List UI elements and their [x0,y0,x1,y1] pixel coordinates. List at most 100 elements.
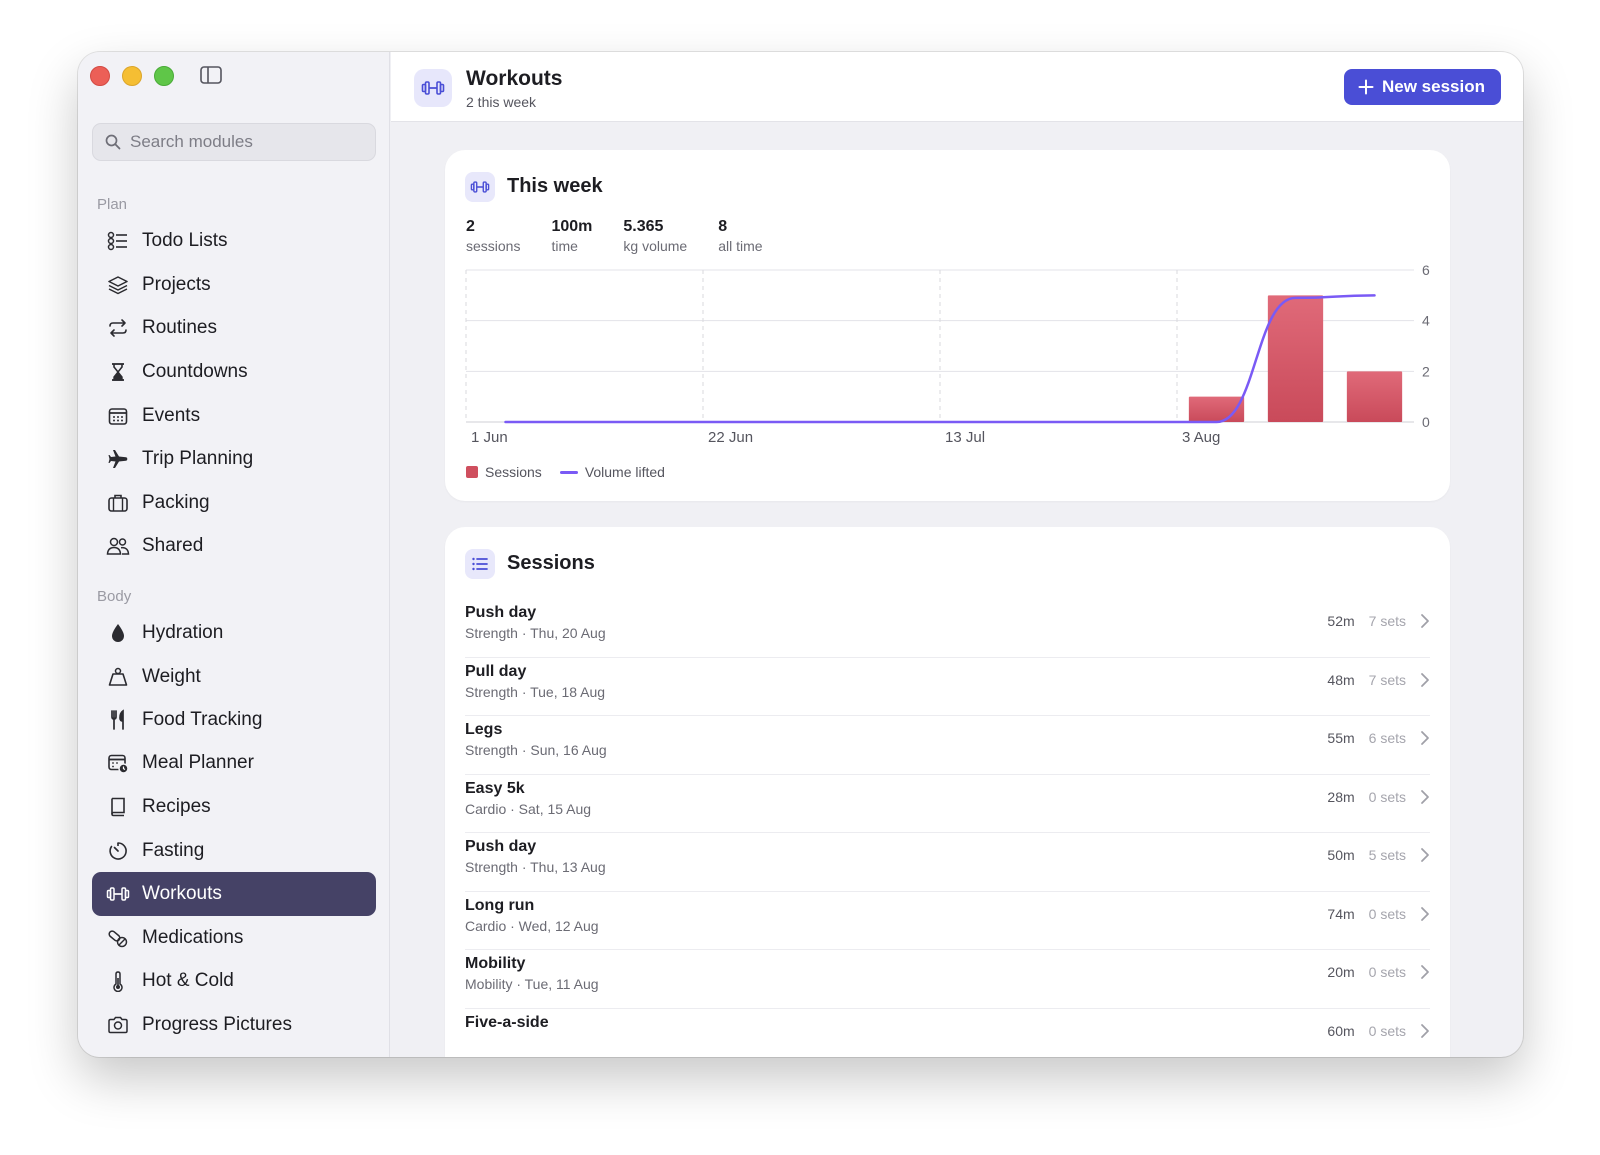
session-sets: 6 sets [1368,730,1406,746]
page-header: Workouts 2 this week New session [391,52,1523,122]
page-title: Workouts [466,67,563,90]
people-icon [106,534,130,558]
sidebar-item-weight[interactable]: Weight [92,655,376,699]
session-meta: Strength · Thu, 13 Aug [465,859,606,875]
sidebar-item-food-tracking[interactable]: Food Tracking [92,698,376,742]
session-summary: 20m 0 sets [1327,964,1430,980]
sessions-list: Push day Strength · Thu, 20 Aug 52m 7 se… [465,599,1430,1057]
sidebar-item-label: Workouts [142,883,222,904]
sidebar-item-hot-cold[interactable]: Hot & Cold [92,959,376,1003]
session-sets: 0 sets [1368,905,1406,922]
sidebar-item-projects[interactable]: Projects [92,263,376,307]
sidebar-item-trip-planning[interactable]: Trip Planning [92,437,376,481]
layers-icon [106,273,130,297]
session-title: Mobility [465,955,526,972]
sidebar-item-recipes[interactable]: Recipes [92,785,376,829]
session-row[interactable]: Long run Cardio · Wed, 12 Aug 74m 0 sets [465,892,1430,950]
session-meta: Strength · Tue, 18 Aug [465,683,606,700]
bar-sessions [1267,295,1324,422]
y-tick-label: 4 [1422,313,1430,329]
sidebar-item-todo-lists[interactable]: Todo Lists [92,219,376,263]
y-tick-label: 6 [1422,262,1430,278]
repeat-icon [106,316,130,340]
sidebar-item-label: Projects [142,274,211,295]
session-row[interactable]: Mobility Mobility · Tue, 11 Aug 20m 0 se… [465,950,1430,1009]
minimize-window-button[interactable] [122,66,142,86]
session-duration: 50m [1327,847,1355,863]
section-label-body: Body [97,588,132,605]
sidebar-item-countdowns[interactable]: Countdowns [92,350,376,394]
session-duration: 55m [1327,730,1355,746]
y-tick-label: 2 [1422,363,1430,379]
sidebar-item-label: Countdowns [142,361,248,382]
session-duration: 74m [1327,905,1355,922]
sidebar-item-medications[interactable]: Medications [92,916,376,960]
session-row[interactable]: Push day Strength · Thu, 20 Aug 52m 7 se… [465,599,1430,658]
sidebar-toggle-icon[interactable] [200,66,222,84]
legend-item-sessions: Sessions [466,464,542,480]
session-title: Push day [465,838,537,855]
plus-icon [1358,79,1374,95]
chevron-right-icon [1421,1023,1429,1038]
hourglass-icon [106,360,130,384]
this-week-card: This week 2 sessions 100m time 5.365 kg … [445,150,1450,501]
session-row[interactable]: Easy 5k Cardio · Sat, 15 Aug 28m 0 sets [465,775,1430,833]
zoom-window-button[interactable] [154,66,174,86]
sidebar-item-label: Food Tracking [142,709,263,730]
session-sets: 0 sets [1368,1022,1406,1039]
chart-legend: Sessions Volume lifted [466,464,665,480]
sidebar-item-fasting[interactable]: Fasting [92,829,376,873]
session-sets: 0 sets [1368,788,1406,805]
new-session-button[interactable]: New session [1344,69,1501,105]
drop-icon [106,621,130,645]
sidebar-item-routines[interactable]: Routines [92,306,376,350]
x-tick-label: 13 Jul [945,429,985,446]
session-meta: Cardio · Wed, 12 Aug [465,917,599,934]
session-row[interactable]: Five-a-side 60m 0 sets [465,1009,1430,1058]
search-icon [105,134,121,150]
sidebar-item-progress-pictures[interactable]: Progress Pictures [92,1003,376,1047]
search-input[interactable]: Search modules [92,123,376,161]
x-tick-label: 3 Aug [1182,429,1220,446]
sidebar-item-label: Progress Pictures [142,1014,292,1035]
sidebar-item-shared[interactable]: Shared [92,524,376,568]
chevron-right-icon [1421,614,1429,628]
sidebar-item-label: Packing [142,492,210,513]
sidebar-item-label: Hydration [142,622,224,643]
sidebar-item-events[interactable]: Events [92,394,376,438]
suitcase-icon [106,491,130,515]
session-summary: 55m 6 sets [1327,730,1430,746]
session-title: Long run [465,896,535,914]
session-sets: 5 sets [1368,847,1406,863]
session-duration: 48m [1327,671,1355,688]
sidebar-item-hydration[interactable]: Hydration [92,611,376,655]
session-title: Legs [465,721,503,738]
app-window: Search modules Plan Todo Lists Projects … [78,52,1523,1057]
session-row[interactable]: Pull day Strength · Tue, 18 Aug 48m 7 se… [465,658,1430,716]
session-row[interactable]: Push day Strength · Thu, 13 Aug 50m 5 se… [465,833,1430,892]
search-placeholder: Search modules [130,132,253,151]
close-window-button[interactable] [90,66,110,86]
session-meta: Cardio · Sat, 15 Aug [465,800,592,817]
calendar-icon [106,404,130,428]
book-icon [106,795,130,819]
session-title: Five-a-side [465,1013,549,1031]
sidebar-item-packing[interactable]: Packing [92,481,376,525]
session-duration: 60m [1327,1022,1355,1039]
sidebar-item-label: Trip Planning [142,448,254,469]
sidebar-item-workouts[interactable]: Workouts [92,872,376,916]
session-summary: 52m 7 sets [1327,613,1430,629]
sidebar-item-label: Recipes [142,796,211,817]
session-summary: 74m 0 sets [1327,906,1430,922]
pills-icon [106,926,130,950]
list-icon [465,549,495,579]
legend-line-volume [559,470,578,474]
sidebar-item-meal-planner[interactable]: Meal Planner [92,741,376,785]
airplane-icon [106,447,130,471]
checklist-icon [106,229,130,253]
session-row[interactable]: Legs Strength · Sun, 16 Aug 55m 6 sets [465,716,1430,775]
chevron-right-icon [1421,965,1429,979]
sidebar-item-label: Fasting [142,840,205,861]
session-title: Easy 5k [465,779,525,797]
sidebar-item-label: Medications [142,927,244,948]
